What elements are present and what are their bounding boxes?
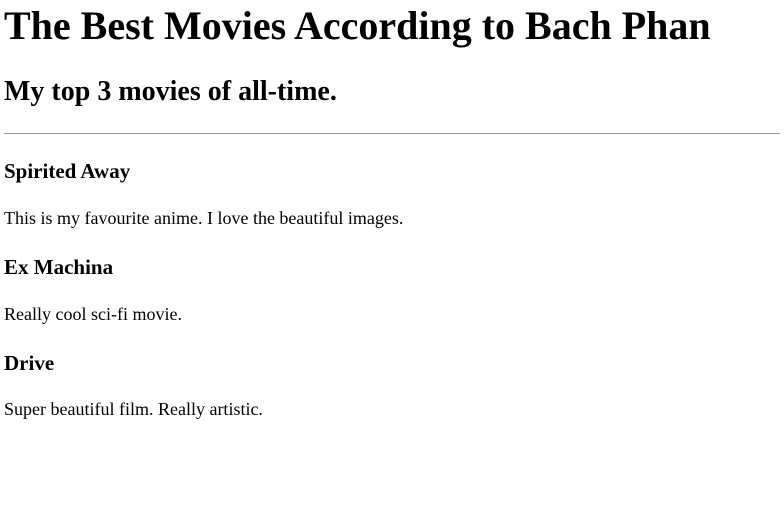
divider [4, 133, 780, 134]
page-subtitle: My top 3 movies of all-time. [4, 76, 337, 107]
movie-description-drive: Super beautiful film. Really artistic. [4, 399, 263, 419]
movie-description-spirited-away: This is my favourite anime. I love the b… [4, 208, 404, 228]
movie-title-ex-machina: Ex Machina [4, 255, 114, 279]
page: The Best Movies According to Bach Phan M… [0, 0, 784, 514]
movie-title-spirited-away: Spirited Away [4, 159, 131, 183]
page-title: The Best Movies According to Bach Phan [4, 3, 711, 48]
movie-title-drive: Drive [4, 351, 55, 375]
movie-list: Spirited Away This is my favourite anime… [4, 159, 780, 420]
movie-description-ex-machina: Really cool sci-fi movie. [4, 304, 182, 324]
